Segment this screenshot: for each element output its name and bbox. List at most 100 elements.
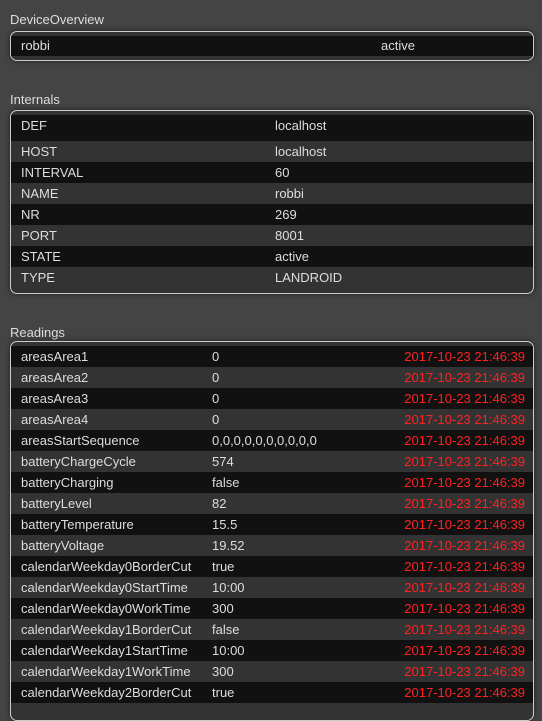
reading-value: 574 <box>212 454 234 469</box>
device-overview-table: robbi active <box>10 31 534 61</box>
internals-key: NAME <box>21 186 59 201</box>
reading-row: calendarWeekday0WorkTime 300 2017-10-23 … <box>11 598 533 619</box>
reading-row: calendarWeekday1BorderCut false 2017-10-… <box>11 619 533 640</box>
internals-row: HOST localhost <box>11 141 533 162</box>
internals-row: PORT 8001 <box>11 225 533 246</box>
internals-row: INTERVAL 60 <box>11 162 533 183</box>
reading-key: areasArea2 <box>21 370 89 385</box>
reading-value: 19.52 <box>212 538 245 553</box>
reading-row: areasArea2 0 2017-10-23 21:46:39 <box>11 367 533 388</box>
readings-title: Readings <box>10 325 65 340</box>
reading-timestamp: 2017-10-23 21:46:39 <box>404 433 525 448</box>
reading-key: calendarWeekday2BorderCut <box>21 685 192 700</box>
internals-row: DEF localhost <box>11 115 533 141</box>
reading-key: calendarWeekday0StartTime <box>21 580 188 595</box>
reading-timestamp: 2017-10-23 21:46:39 <box>404 685 525 700</box>
reading-row: calendarWeekday1StartTime 10:00 2017-10-… <box>11 640 533 661</box>
readings-table: areasArea1 0 2017-10-23 21:46:39 areasAr… <box>10 341 534 721</box>
internals-value: robbi <box>275 186 304 201</box>
device-state: active <box>381 38 415 53</box>
reading-timestamp: 2017-10-23 21:46:39 <box>404 370 525 385</box>
internals-row: STATE active <box>11 246 533 267</box>
reading-row: batteryCharging false 2017-10-23 21:46:3… <box>11 472 533 493</box>
reading-key: calendarWeekday1BorderCut <box>21 622 192 637</box>
device-name-link[interactable]: robbi <box>21 36 50 56</box>
device-overview-title: DeviceOverview <box>10 12 104 27</box>
reading-timestamp: 2017-10-23 21:46:39 <box>404 622 525 637</box>
reading-timestamp: 2017-10-23 21:46:39 <box>404 391 525 406</box>
reading-row: areasArea3 0 2017-10-23 21:46:39 <box>11 388 533 409</box>
internals-value: localhost <box>275 144 327 159</box>
internals-row: TYPE LANDROID <box>11 267 533 288</box>
internals-value: 8001 <box>275 228 304 243</box>
internals-key: HOST <box>21 144 58 159</box>
reading-timestamp: 2017-10-23 21:46:39 <box>404 559 525 574</box>
reading-value: false <box>212 475 240 490</box>
reading-timestamp: 2017-10-23 21:46:39 <box>404 475 525 490</box>
reading-value: 300 <box>212 664 234 679</box>
reading-value: 15.5 <box>212 517 238 532</box>
reading-value: 10:00 <box>212 580 245 595</box>
reading-row: calendarWeekday1WorkTime 300 2017-10-23 … <box>11 661 533 682</box>
reading-key: areasArea3 <box>21 391 89 406</box>
reading-value: false <box>212 622 240 637</box>
reading-timestamp: 2017-10-23 21:46:39 <box>404 664 525 679</box>
reading-row: areasStartSequence 0,0,0,0,0,0,0,0,0,0 2… <box>11 430 533 451</box>
reading-value: true <box>212 685 235 700</box>
reading-timestamp: 2017-10-23 21:46:39 <box>404 580 525 595</box>
internals-key: INTERVAL <box>21 165 84 180</box>
reading-value: 82 <box>212 496 227 511</box>
internals-key: NR <box>21 207 40 222</box>
reading-row: batteryVoltage 19.52 2017-10-23 21:46:39 <box>11 535 533 556</box>
reading-value: 0 <box>212 370 220 385</box>
reading-key: calendarWeekday0BorderCut <box>21 559 192 574</box>
reading-row: areasArea1 0 2017-10-23 21:46:39 <box>11 346 533 367</box>
reading-key: batteryLevel <box>21 496 92 511</box>
internals-key: PORT <box>21 228 57 243</box>
reading-row: areasArea4 0 2017-10-23 21:46:39 <box>11 409 533 430</box>
reading-value: 0 <box>212 349 220 364</box>
reading-key: areasArea1 <box>21 349 89 364</box>
internals-title: Internals <box>10 92 60 107</box>
reading-key: calendarWeekday0WorkTime <box>21 601 191 616</box>
reading-key: batteryChargeCycle <box>21 454 136 469</box>
reading-key: areasStartSequence <box>21 433 140 448</box>
reading-value: 300 <box>212 601 234 616</box>
device-overview-row[interactable]: robbi active <box>11 36 533 56</box>
reading-row: batteryLevel 82 2017-10-23 21:46:39 <box>11 493 533 514</box>
reading-timestamp: 2017-10-23 21:46:39 <box>404 538 525 553</box>
reading-timestamp: 2017-10-23 21:46:39 <box>404 517 525 532</box>
reading-value: 10:00 <box>212 643 245 658</box>
reading-value: 0 <box>212 412 220 427</box>
reading-key: batteryTemperature <box>21 517 134 532</box>
reading-row: calendarWeekday0BorderCut true 2017-10-2… <box>11 556 533 577</box>
reading-value: 0 <box>212 391 220 406</box>
reading-key: batteryVoltage <box>21 538 105 553</box>
internals-key: DEF <box>21 118 47 133</box>
reading-key: calendarWeekday1StartTime <box>21 643 188 658</box>
reading-value: true <box>212 559 235 574</box>
internals-key: TYPE <box>21 270 55 285</box>
internals-value: LANDROID <box>275 270 343 285</box>
internals-value: active <box>275 249 309 264</box>
reading-row: calendarWeekday0StartTime 10:00 2017-10-… <box>11 577 533 598</box>
reading-timestamp: 2017-10-23 21:46:39 <box>404 454 525 469</box>
reading-timestamp: 2017-10-23 21:46:39 <box>404 496 525 511</box>
reading-key: areasArea4 <box>21 412 89 427</box>
internals-row: NAME robbi <box>11 183 533 204</box>
internals-value: localhost <box>275 118 327 133</box>
reading-timestamp: 2017-10-23 21:46:39 <box>404 349 525 364</box>
internals-key: STATE <box>21 249 61 264</box>
reading-key: calendarWeekday1WorkTime <box>21 664 191 679</box>
reading-timestamp: 2017-10-23 21:46:39 <box>404 412 525 427</box>
reading-row: batteryChargeCycle 574 2017-10-23 21:46:… <box>11 451 533 472</box>
internals-value: 60 <box>275 165 290 180</box>
internals-value: 269 <box>275 207 297 222</box>
internals-table: DEF localhost HOST localhost INTERVAL 60… <box>10 110 534 294</box>
reading-timestamp: 2017-10-23 21:46:39 <box>404 601 525 616</box>
reading-key: batteryCharging <box>21 475 114 490</box>
reading-value: 0,0,0,0,0,0,0,0,0,0 <box>212 433 317 448</box>
internals-row: NR 269 <box>11 204 533 225</box>
reading-row: batteryTemperature 15.5 2017-10-23 21:46… <box>11 514 533 535</box>
reading-row: calendarWeekday2BorderCut true 2017-10-2… <box>11 682 533 703</box>
